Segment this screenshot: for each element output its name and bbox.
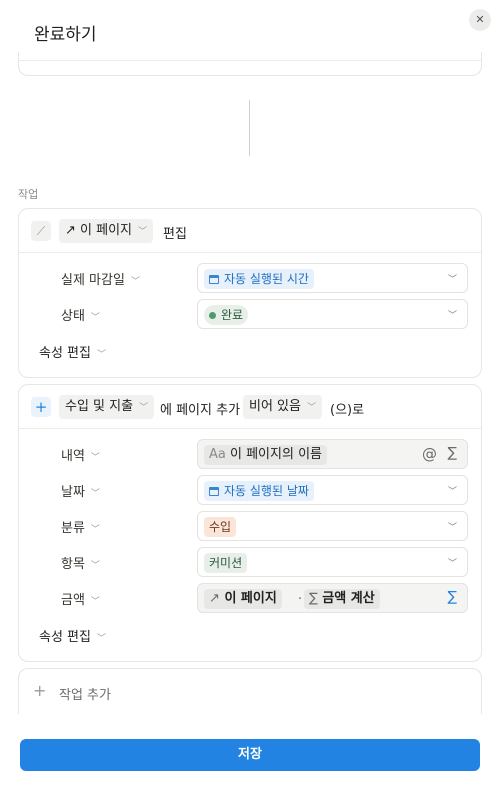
property-value-item[interactable]: 커미션 ﹀	[197, 547, 468, 577]
mention-icon[interactable]: @	[422, 445, 437, 463]
template-mode-label: 비어 있음	[249, 399, 301, 414]
property-label-text: 날짜	[61, 485, 85, 500]
dialog-title: 완료하기	[34, 25, 97, 45]
template-mode-dropdown[interactable]: 비어 있음 ﹀	[243, 395, 322, 419]
property-label-text: 상태	[61, 309, 85, 324]
add-page-action-icon[interactable]: +	[31, 397, 51, 417]
property-label-item[interactable]: 항목 ﹀	[61, 553, 100, 572]
action-card-add-page: + 수입 및 지출 ﹀ 에 페이지 추가 비어 있음 ﹀ (으)로 내역 ﹀ Aa 이…	[18, 384, 482, 662]
property-label-text: 내역	[61, 449, 85, 464]
date-tag-text: 자동 실행된 날짜	[224, 484, 309, 498]
property-label-amount[interactable]: 금액 ﹀	[61, 589, 100, 608]
property-label-text: 분류	[61, 521, 85, 536]
property-value-due-date[interactable]: 자동 실행된 시간 ﹀	[197, 263, 468, 293]
text-type-icon: Aa	[209, 447, 226, 462]
edit-properties-label: 속성 편집	[39, 630, 91, 645]
chevron-down-icon: ﹀	[90, 597, 100, 607]
action-header: + 수입 및 지출 ﹀ 에 페이지 추가 비어 있음 ﹀ (으)로	[19, 385, 481, 429]
formula-sigma-icon[interactable]: ∑	[448, 589, 457, 605]
property-label-text: 금액	[61, 593, 85, 608]
add-page-text: 에 페이지 추가	[160, 403, 241, 418]
date-tag: 자동 실행된 시간	[204, 269, 314, 289]
add-action-label: 작업 추가	[59, 688, 111, 703]
chevron-down-icon: ﹀	[96, 634, 106, 644]
formula-token-this-page: ↗ 이 페이지	[204, 589, 282, 609]
formula-token-page-name: Aa 이 페이지의 이름	[204, 445, 327, 465]
add-action-button[interactable]: + 작업 추가	[18, 668, 482, 714]
property-label-category[interactable]: 분류 ﹀	[61, 517, 100, 536]
edit-properties-label: 속성 편집	[39, 346, 91, 361]
chevron-down-icon: ﹀	[90, 453, 100, 463]
edit-properties-button[interactable]: 속성 편집 ﹀	[39, 342, 106, 361]
chevron-down-icon: ﹀	[447, 275, 457, 285]
plus-icon: +	[33, 681, 47, 700]
chevron-down-icon: ﹀	[139, 403, 149, 413]
chevron-down-icon: ﹀	[447, 311, 457, 321]
flow-connector	[249, 100, 250, 156]
date-tag: 자동 실행된 날짜	[204, 481, 314, 501]
edit-properties-button[interactable]: 속성 편집 ﹀	[39, 626, 106, 645]
formula-token-amount: ∑ 금액 계산	[304, 589, 380, 609]
property-label-date[interactable]: 날짜 ﹀	[61, 481, 100, 500]
action-header: ⟋ ↗ 이 페이지 ﹀ 편집	[19, 209, 481, 253]
chevron-down-icon: ﹀	[130, 277, 140, 287]
chevron-down-icon: ﹀	[90, 489, 100, 499]
formula-sigma-icon: ∑	[309, 591, 318, 606]
status-tag-text: 완료	[221, 308, 244, 322]
status-tag: 완료	[204, 305, 249, 325]
token-text: 이 페이지의 이름	[230, 447, 322, 462]
property-value-status[interactable]: 완료 ﹀	[197, 299, 468, 329]
token-text: 금액 계산	[322, 591, 375, 606]
database-dropdown[interactable]: 수입 및 지출 ﹀	[59, 395, 155, 419]
property-value-date[interactable]: 자동 실행된 날짜 ﹀	[197, 475, 468, 505]
property-label-description[interactable]: 내역 ﹀	[61, 445, 100, 464]
formula-sigma-icon[interactable]: ∑	[448, 445, 457, 461]
property-label-status[interactable]: 상태 ﹀	[61, 305, 100, 324]
edit-action-icon[interactable]: ⟋	[31, 221, 51, 241]
suffix-text: (으)로	[330, 403, 365, 418]
save-button[interactable]: 저장	[20, 739, 480, 771]
target-page-label: 이 페이지	[80, 223, 133, 238]
status-dot-icon	[209, 312, 216, 319]
database-label: 수입 및 지출	[65, 399, 134, 414]
close-icon: ✕	[475, 13, 485, 26]
action-card-edit-page: ⟋ ↗ 이 페이지 ﹀ 편집 실제 마감일 ﹀ 자동 실행된 시간 ﹀ 상태 ﹀ 완료…	[18, 208, 482, 378]
chevron-down-icon: ﹀	[90, 561, 100, 571]
category-tag: 수입	[204, 517, 237, 537]
date-tag-text: 자동 실행된 시간	[224, 272, 309, 286]
property-label-due-date[interactable]: 실제 마감일 ﹀	[61, 269, 140, 288]
target-page-dropdown[interactable]: ↗ 이 페이지 ﹀	[59, 219, 154, 243]
property-value-amount[interactable]: ↗ 이 페이지 . ∑ 금액 계산 ∑	[197, 583, 468, 613]
chevron-down-icon: ﹀	[447, 523, 457, 533]
property-value-category[interactable]: 수입 ﹀	[197, 511, 468, 541]
chevron-down-icon: ﹀	[447, 487, 457, 497]
arrow-link-icon: ↗	[65, 223, 76, 238]
chevron-down-icon: ﹀	[90, 313, 100, 323]
chevron-down-icon: ﹀	[138, 227, 148, 237]
chevron-down-icon: ﹀	[306, 403, 316, 413]
calendar-icon	[209, 487, 219, 496]
close-button[interactable]: ✕	[469, 9, 491, 31]
arrow-link-icon: ↗	[209, 591, 220, 606]
item-tag: 커미션	[204, 553, 248, 573]
chevron-down-icon: ﹀	[90, 525, 100, 535]
section-label-actions: 작업	[18, 188, 39, 201]
chevron-down-icon: ﹀	[96, 350, 106, 360]
chevron-down-icon: ﹀	[447, 559, 457, 569]
property-value-description[interactable]: Aa 이 페이지의 이름 @ ∑	[197, 439, 468, 469]
dialog-header: 완료하기 ✕	[0, 0, 500, 60]
previous-card	[18, 52, 482, 76]
action-verb: 편집	[163, 227, 187, 242]
property-label-text: 실제 마감일	[61, 273, 125, 288]
dot-separator: .	[298, 588, 303, 603]
token-text: 이 페이지	[224, 591, 277, 606]
property-label-text: 항목	[61, 557, 85, 572]
calendar-icon	[209, 275, 219, 284]
